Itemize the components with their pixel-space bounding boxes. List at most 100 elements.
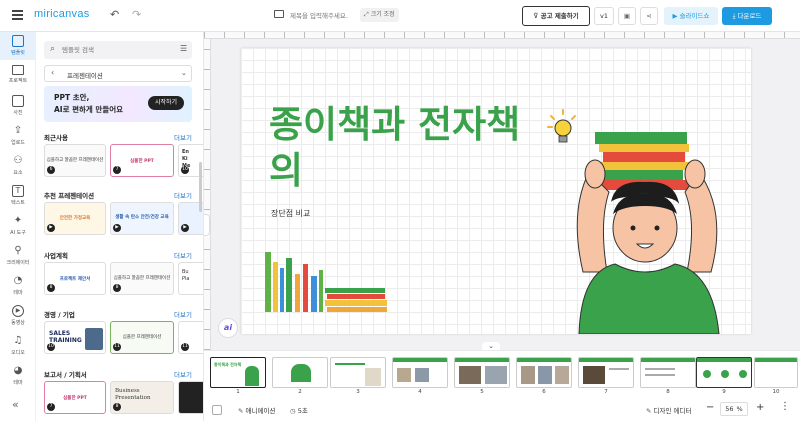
slide-thumbnail-8[interactable] <box>640 357 696 388</box>
slide-thumbnail-5[interactable] <box>454 357 510 388</box>
thumb-image <box>415 368 429 382</box>
template-card[interactable]: 안전한 가정교육 ▶ <box>44 202 106 235</box>
ai-banner[interactable]: PPT 초안, AI로 편하게 만들어요 시작하기 <box>44 86 192 122</box>
more-link-management[interactable]: 더보기 <box>174 309 192 319</box>
nav-item-template[interactable]: 템플릿 <box>0 32 36 60</box>
template-card[interactable]: Business Presentation 8 <box>110 381 174 414</box>
thumb-image <box>538 366 552 384</box>
filter-settings-icon[interactable]: ☰ <box>180 44 187 53</box>
template-card[interactable]: 11 <box>178 321 203 354</box>
template-card[interactable]: 생활 속 탄소 안전/건강 교육 ▶ <box>110 202 174 235</box>
template-card[interactable] <box>178 381 203 414</box>
template-card[interactable]: 심플한 PPT 7 <box>44 381 106 414</box>
panel-scrollbar[interactable] <box>199 162 202 212</box>
template-card[interactable]: Bu Pla <box>178 262 203 295</box>
search-box[interactable]: ⌕ ☰ <box>44 41 192 59</box>
nav-item-creator[interactable]: ⚲ 크리에이터 <box>0 242 36 270</box>
template-card[interactable]: 프로젝트 제안서 8 <box>44 262 106 295</box>
thumb-dot <box>739 370 747 378</box>
more-link-recommended[interactable]: 더보기 <box>174 190 192 200</box>
template-icon <box>12 35 24 47</box>
redo-icon[interactable]: ↷ <box>132 8 141 21</box>
search-input[interactable] <box>62 44 172 56</box>
panel-toggle-handle[interactable] <box>204 214 210 236</box>
download-button[interactable]: ⤓ 다운로드 <box>722 7 772 25</box>
slide-canvas[interactable]: 종이책과 전자책 의 장단점 비교 <box>241 48 751 334</box>
more-link-recent[interactable]: 더보기 <box>174 132 192 142</box>
slide-thumbnail-4[interactable] <box>392 357 448 388</box>
chevron-down-icon[interactable]: ⌄ <box>181 69 187 77</box>
resize-button[interactable]: ⤢ 크기 조정 <box>360 8 399 22</box>
slide-thumbnail-6[interactable] <box>516 357 572 388</box>
banner-subtitle: AI로 편하게 만들어요 <box>54 105 124 114</box>
animation-button[interactable]: ✎ 애니메이션 <box>238 405 275 415</box>
template-card[interactable]: 심플하고 깔끔한 프레젠테이션 8 <box>110 262 174 295</box>
nav-item-video[interactable]: ▶ 동영상 <box>0 302 36 330</box>
nav-item-audio[interactable]: ♫ 오디오 <box>0 332 36 360</box>
app-logo[interactable]: miricanvas <box>34 8 90 20</box>
slide-thumbnail-9[interactable] <box>696 357 752 388</box>
slide-thumbnail-2[interactable] <box>272 357 328 388</box>
thumb-line <box>609 368 629 370</box>
slide-number: 1 <box>236 389 240 395</box>
slideshow-button[interactable]: ▶ 슬라이드쇼 <box>664 7 718 25</box>
nav-item-upload[interactable]: ⇪ 업로드 <box>0 122 36 150</box>
banner-start-button[interactable]: 시작하기 <box>148 96 184 110</box>
share-icon[interactable]: ⋖ <box>640 7 658 25</box>
more-options-icon[interactable]: ⋮ <box>780 401 790 412</box>
thumb-line <box>335 363 365 365</box>
text-icon: T <box>12 185 24 197</box>
thumb-image <box>459 366 481 384</box>
nav-item-text[interactable]: T 텍스트 <box>0 182 36 210</box>
undo-icon[interactable]: ↶ <box>110 8 119 21</box>
pen-icon: ✎ <box>646 407 654 415</box>
duration-button[interactable]: ◷ 5초 <box>290 405 308 415</box>
hamburger-icon[interactable] <box>12 10 23 20</box>
folder-icon[interactable] <box>274 10 284 18</box>
slide-number: 4 <box>418 389 422 395</box>
slide-thumbnail-3[interactable] <box>330 357 386 388</box>
ruler-left <box>204 39 211 350</box>
nav-item-palette[interactable]: ◕ 테마 <box>0 362 36 390</box>
template-card[interactable]: 심플하고 깔끔한 프레젠테이션 6 <box>44 144 106 177</box>
more-link-report[interactable]: 더보기 <box>174 369 192 379</box>
version-button[interactable]: v1 <box>594 7 614 25</box>
template-card[interactable]: 심플한 PPT 7 <box>110 144 174 177</box>
more-link-business-plan[interactable]: 더보기 <box>174 250 192 260</box>
design-editor-button[interactable]: ✎ 디자인 에디터 <box>646 405 691 415</box>
slide-number: 10 <box>772 389 780 395</box>
resize-icon: ⤢ <box>364 11 371 18</box>
document-title-input[interactable]: 제목을 입력해주세요. <box>290 10 348 20</box>
section-title-management: 경영 / 기업 <box>44 311 75 319</box>
nav-item-project[interactable]: 프로젝트 <box>0 62 36 90</box>
nav-item-elements[interactable]: ⚇ 요소 <box>0 152 36 180</box>
category-select[interactable]: ‹ 프레젠테이션 ⌄ <box>44 65 192 82</box>
person-illustration[interactable] <box>559 132 739 334</box>
ai-assistant-button[interactable]: ai <box>218 318 238 338</box>
nav-item-photo[interactable]: 사진 <box>0 92 36 120</box>
slide-number: 2 <box>298 389 302 395</box>
thumb-image <box>555 366 569 384</box>
slide-thumbnail-1[interactable]: 종이책과 전자책 <box>210 357 266 388</box>
template-card[interactable]: SALES TRAINING 10 <box>44 321 106 354</box>
slide-thumbnail-10[interactable] <box>754 357 798 388</box>
timer-icon: ◷ <box>290 407 298 415</box>
slide-subtitle[interactable]: 장단점 비교 <box>271 208 310 219</box>
collapse-pages-chevron-icon[interactable]: ⌄ <box>482 342 500 350</box>
nav-item-theme[interactable]: ◔ 테마 <box>0 272 36 300</box>
chevron-left-icon[interactable]: ‹ <box>51 68 54 77</box>
thumb-dot <box>721 370 729 378</box>
thumb-bar <box>455 358 509 362</box>
template-card[interactable]: 심플한 프레젠테이션 11 <box>110 321 174 354</box>
contest-submit-button[interactable]: ⊽ 공고 제출하기 <box>522 6 590 26</box>
collapse-panel-icon[interactable]: « <box>12 398 19 411</box>
zoom-out-button[interactable]: − <box>706 402 714 413</box>
save-status-icon[interactable]: ▣ <box>618 7 636 25</box>
page-checkbox[interactable] <box>212 405 222 415</box>
zoom-in-button[interactable]: + <box>756 402 764 413</box>
books-illustration[interactable] <box>261 248 401 314</box>
zoom-value[interactable]: 56% <box>720 402 748 416</box>
nav-item-ai-tools[interactable]: ✦ AI 도구 <box>0 212 36 240</box>
slide-title[interactable]: 종이책과 전자책 의 <box>269 102 520 194</box>
slide-thumbnail-7[interactable] <box>578 357 634 388</box>
